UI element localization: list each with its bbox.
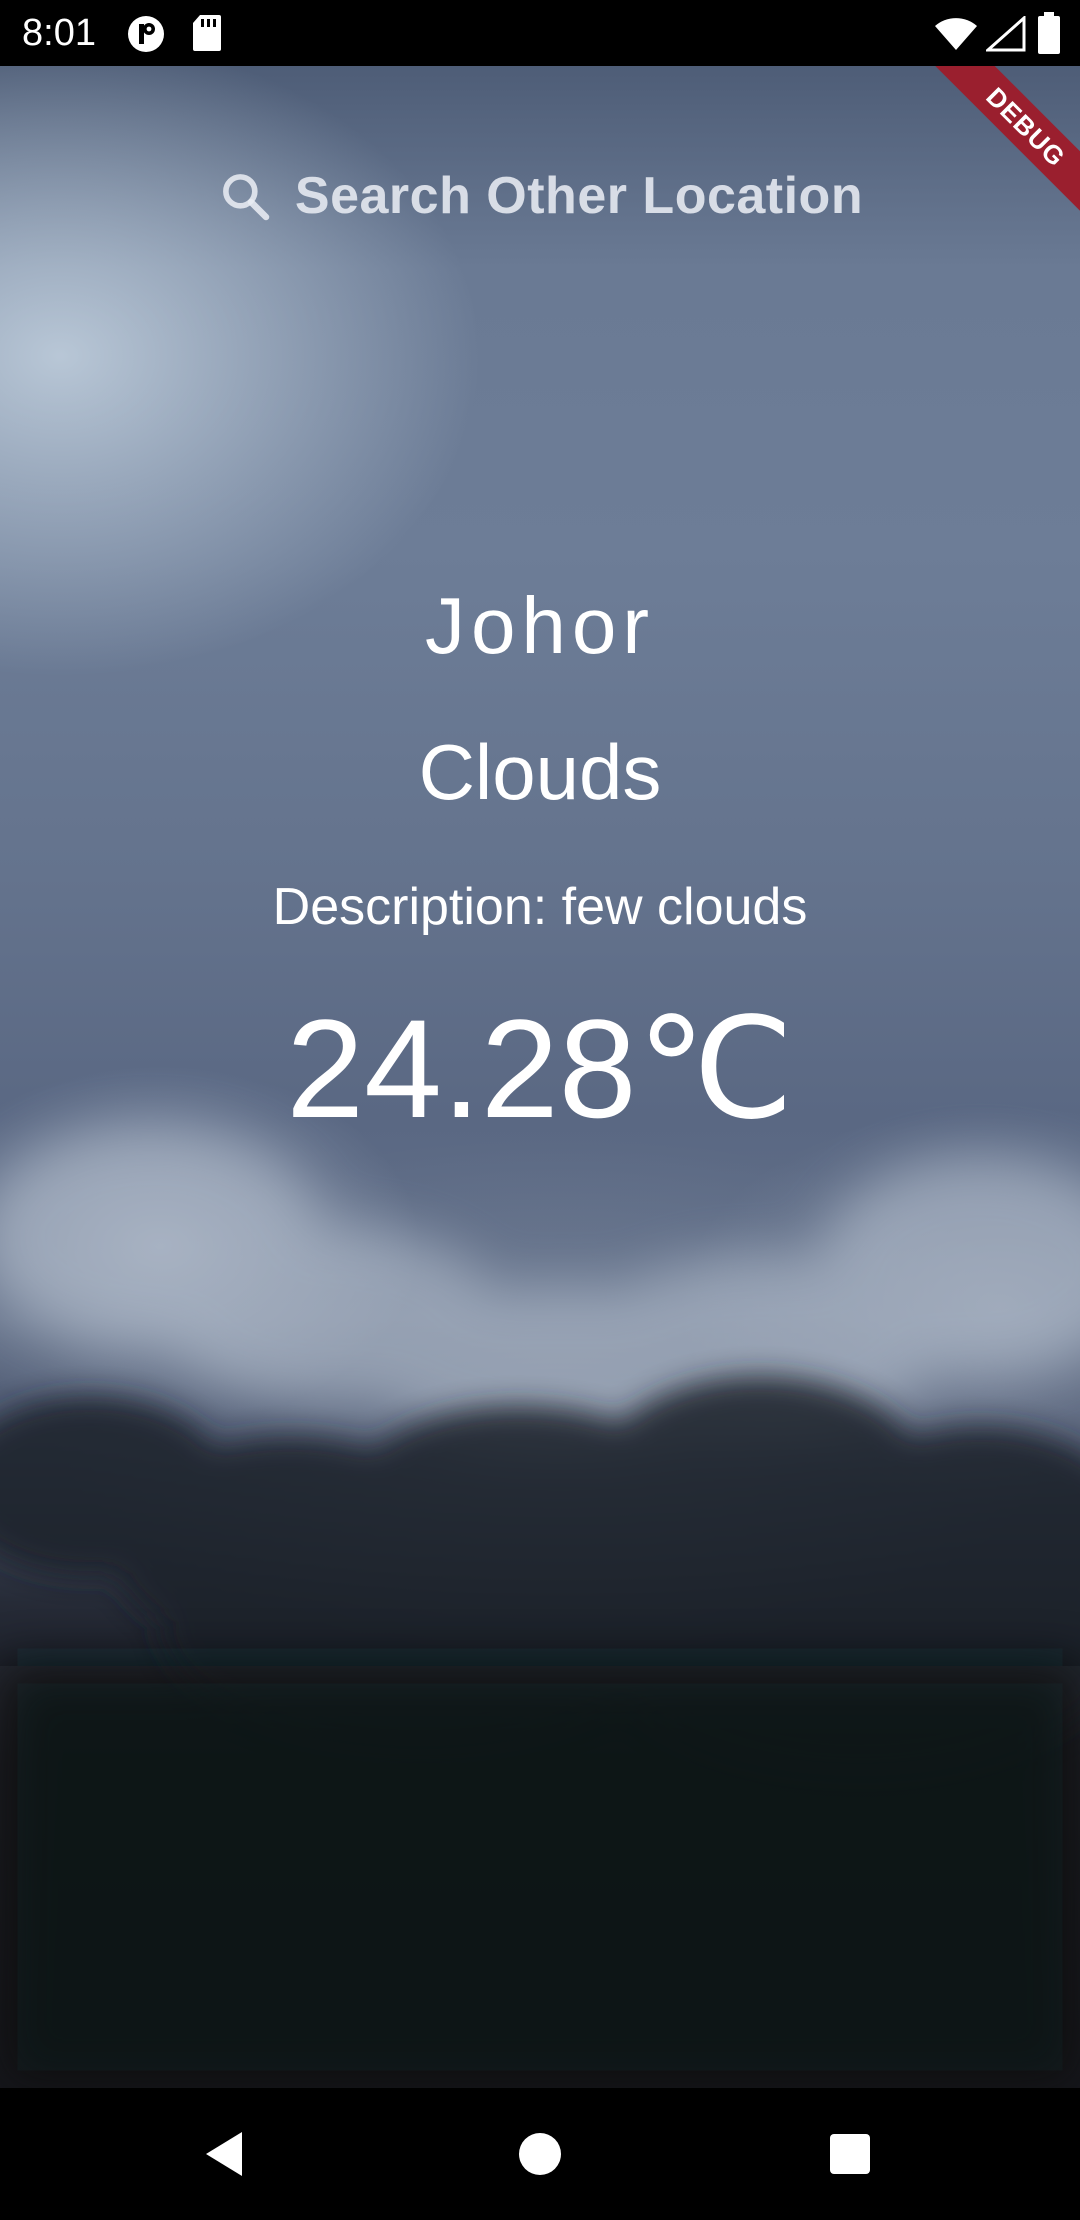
battery-icon: [1038, 12, 1060, 54]
back-icon[interactable]: [198, 2126, 254, 2182]
search-location-button[interactable]: Search Other Location: [0, 156, 1080, 236]
signal-icon: [986, 16, 1026, 52]
weather-condition: Clouds: [418, 728, 662, 816]
status-time: 8:01: [22, 12, 96, 54]
weather-app-background: Search Other Location Johor Clouds Descr…: [0, 66, 1080, 2088]
navigation-bar: [0, 2088, 1080, 2220]
search-icon: [222, 174, 270, 221]
app-screen: 8:01 Search Other Location Johor Clouds …: [0, 0, 1080, 2220]
temperature: 24.28℃: [286, 990, 794, 1147]
recents-icon[interactable]: [822, 2126, 878, 2182]
city-name: Johor: [424, 581, 656, 670]
status-bar: 8:01: [0, 0, 1080, 66]
notification-p-icon: [128, 16, 164, 52]
sd-card-icon: [193, 15, 221, 51]
wifi-icon: [935, 18, 977, 50]
search-location-label: Search Other Location: [294, 167, 864, 225]
home-icon[interactable]: [512, 2126, 568, 2182]
weather-description: Description: few clouds: [272, 878, 808, 936]
